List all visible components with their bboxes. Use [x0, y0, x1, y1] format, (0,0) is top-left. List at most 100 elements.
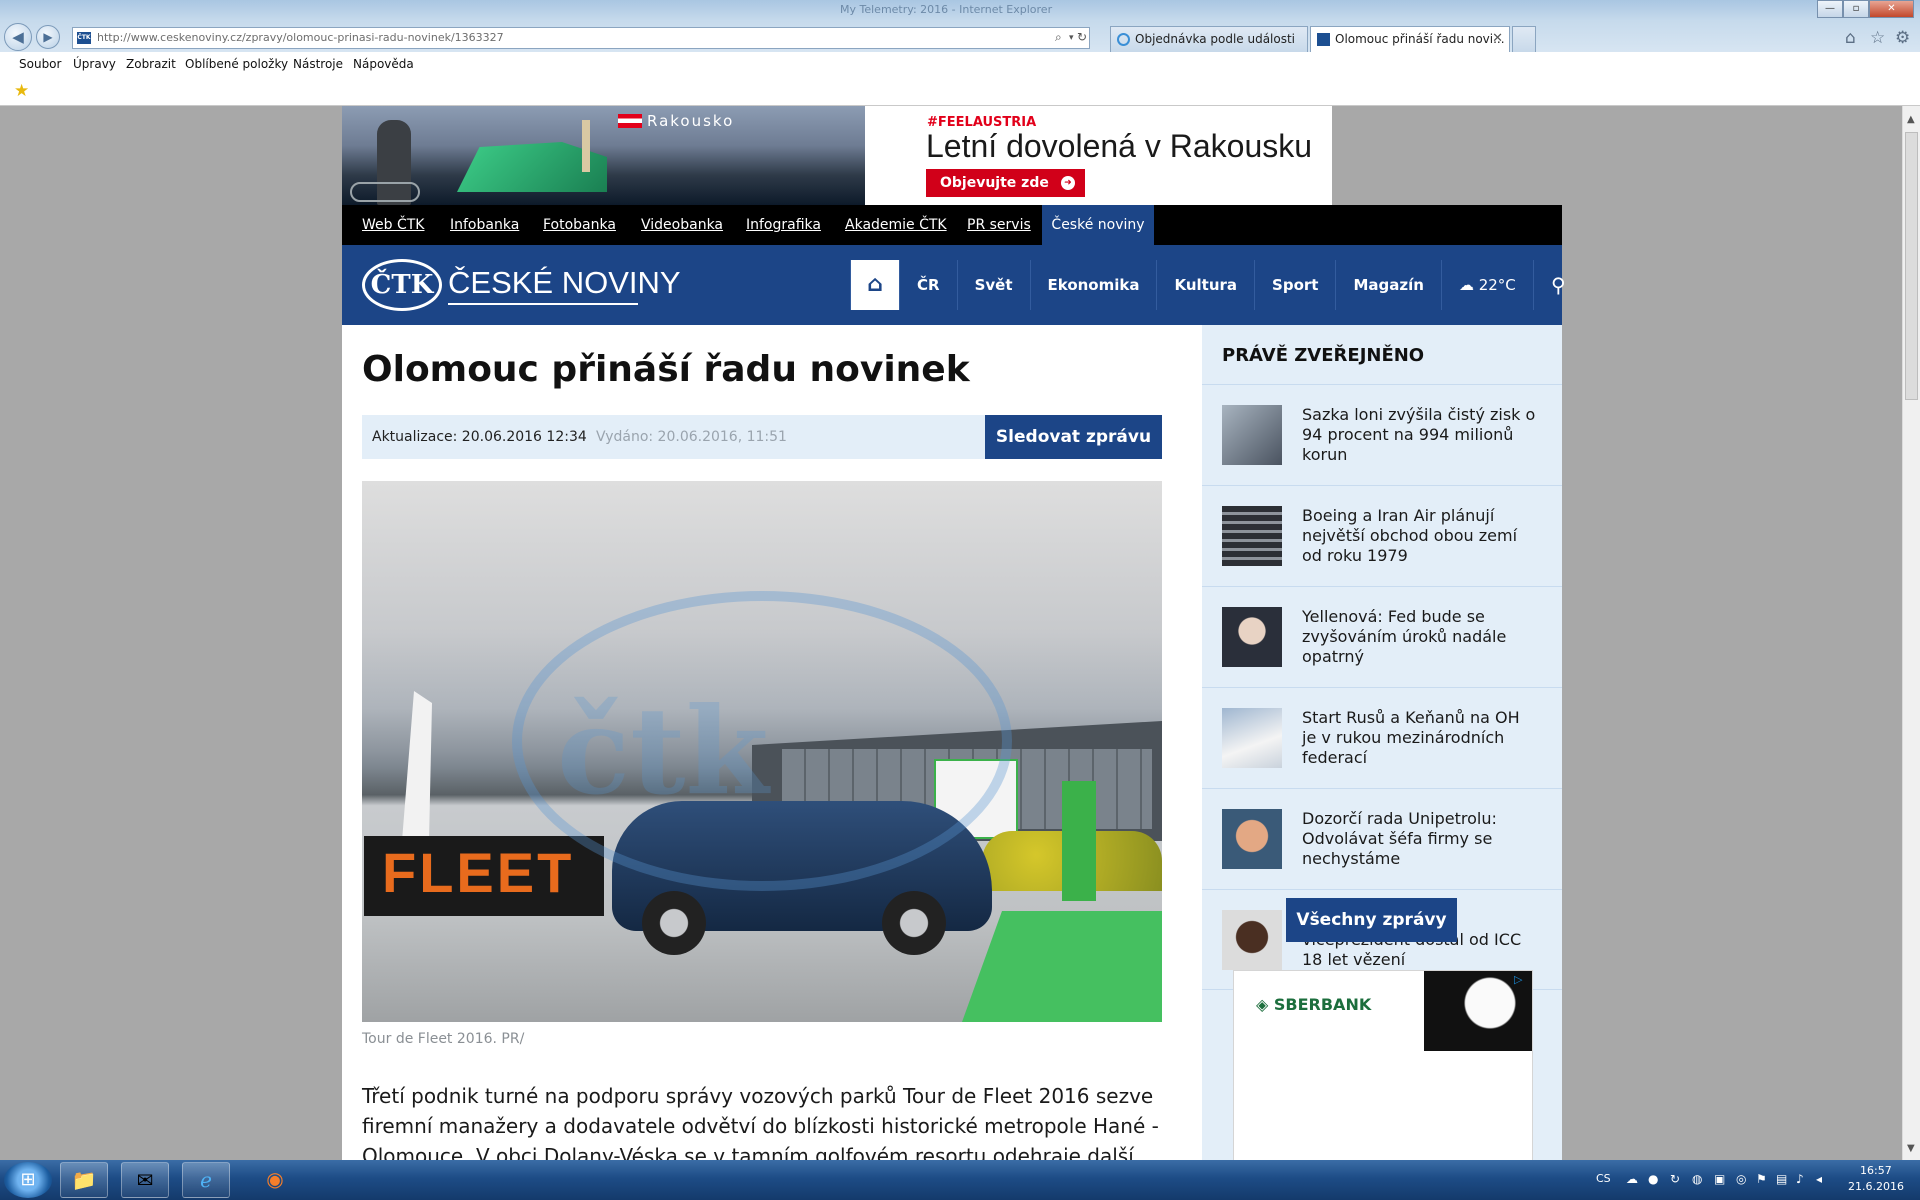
- menu-favorites[interactable]: Oblíbené položky: [185, 57, 288, 71]
- firefox-icon[interactable]: ◉: [251, 1162, 299, 1198]
- language-indicator[interactable]: CS: [1596, 1172, 1611, 1185]
- ad-cta-button[interactable]: Objevujte zde ➜: [926, 169, 1085, 197]
- ctk-logo-icon[interactable]: ČTK: [362, 259, 442, 311]
- action-center-flag-icon[interactable]: ⚑: [1756, 1172, 1767, 1186]
- link-akademie-ctk[interactable]: Akademie ČTK: [845, 217, 947, 233]
- menu-edit[interactable]: Úpravy: [73, 57, 116, 71]
- address-bar[interactable]: ČTK http://www.ceskenoviny.cz/zpravy/olo…: [72, 27, 1090, 49]
- close-window-button[interactable]: ✕: [1869, 0, 1914, 18]
- home-icon[interactable]: ⌂: [850, 260, 899, 310]
- security-icon[interactable]: ◍: [1692, 1172, 1702, 1186]
- sberbank-logo: ◈ SBERBANK: [1256, 995, 1371, 1014]
- power-icon[interactable]: ◂: [1816, 1172, 1822, 1186]
- news-title: Yellenová: Fed bude se zvyšováním úroků …: [1302, 607, 1507, 666]
- nav-kultura[interactable]: Kultura: [1156, 260, 1254, 310]
- refresh-icon[interactable]: ↻: [1077, 30, 1087, 44]
- article-title: Olomouc přináší řadu novinek: [362, 349, 970, 390]
- start-button[interactable]: ⊞: [4, 1162, 52, 1198]
- new-tab-button[interactable]: [1512, 26, 1536, 52]
- nav-svet[interactable]: Svět: [956, 260, 1030, 310]
- link-videobanka[interactable]: Videobanka: [641, 217, 723, 233]
- main-nav: ⌂ ČR Svět Ekonomika Kultura Sport Magazí…: [850, 260, 1583, 310]
- search-icon[interactable]: ⌕: [1055, 30, 1062, 45]
- tab-objednavka[interactable]: Objednávka podle události: [1110, 26, 1308, 52]
- nav-magazin[interactable]: Magazín: [1335, 260, 1440, 310]
- menu-file[interactable]: Soubor: [19, 57, 61, 71]
- scroll-thumb[interactable]: [1905, 132, 1918, 400]
- link-pr-servis[interactable]: PR servis: [967, 217, 1031, 233]
- link-infobanka[interactable]: Infobanka: [450, 217, 519, 233]
- internet-explorer-icon[interactable]: ℯ: [182, 1162, 230, 1198]
- news-thumbnail: [1222, 708, 1282, 768]
- site-logo-text[interactable]: ČESKÉ NOVINY: [448, 265, 681, 301]
- list-item[interactable]: Yellenová: Fed bude se zvyšováním úroků …: [1202, 586, 1562, 687]
- all-news-button[interactable]: Všechny zprávy: [1286, 898, 1457, 942]
- news-thumbnail: [1222, 607, 1282, 667]
- volume-icon[interactable]: ♪: [1796, 1172, 1804, 1186]
- add-favorite-icon[interactable]: ★: [14, 81, 29, 101]
- news-title: Dozorčí rada Unipetrolu: Odvolávat šéfa …: [1302, 809, 1497, 868]
- ctk-favicon-icon: [1317, 33, 1330, 46]
- outlook-icon[interactable]: ✉: [121, 1162, 169, 1198]
- sync-icon[interactable]: ↻: [1670, 1172, 1680, 1186]
- browser-chrome: My Telemetry: 2016 - Internet Explorer ◀…: [0, 0, 1920, 106]
- search-icon[interactable]: ⚲: [1532, 260, 1583, 310]
- favorites-star-icon[interactable]: ☆: [1870, 28, 1885, 48]
- photo-car-wheel: [642, 891, 706, 955]
- news-title: Boeing a Iran Air plánují největší obcho…: [1302, 506, 1518, 565]
- follow-article-button[interactable]: Sledovat zprávu: [985, 415, 1162, 459]
- cloud-icon: ☁: [1458, 276, 1474, 294]
- close-tab-icon[interactable]: ✕: [1492, 31, 1503, 46]
- clock-date[interactable]: 21.6.2016: [1848, 1180, 1904, 1193]
- menu-help[interactable]: Nápověda: [353, 57, 414, 71]
- clock-time[interactable]: 16:57: [1860, 1164, 1892, 1177]
- menu-view[interactable]: Zobrazit: [126, 57, 176, 71]
- nav-sport[interactable]: Sport: [1254, 260, 1335, 310]
- url-input[interactable]: http://www.ceskenoviny.cz/zpravy/olomouc…: [97, 31, 504, 44]
- nav-ekonomika[interactable]: Ekonomika: [1029, 260, 1157, 310]
- ad-info-icon[interactable]: ▷: [1514, 973, 1528, 987]
- sidebar-title: PRÁVĚ ZVEŘEJNĚNO: [1222, 345, 1425, 366]
- link-ceske-noviny[interactable]: České noviny: [1042, 205, 1154, 245]
- onedrive-icon[interactable]: ☁: [1626, 1172, 1638, 1186]
- dropdown-chevron-icon[interactable]: ▾: [1069, 33, 1074, 43]
- link-fotobanka[interactable]: Fotobanka: [543, 217, 616, 233]
- network-icon[interactable]: ▤: [1776, 1172, 1787, 1186]
- sberbank-logo-text: SBERBANK: [1273, 995, 1372, 1014]
- scroll-down-icon[interactable]: ▼: [1907, 1143, 1915, 1154]
- minimize-button[interactable]: —: [1817, 0, 1843, 18]
- logo-underline: [448, 303, 638, 305]
- nav-cr[interactable]: ČR: [899, 260, 957, 310]
- sberbank-mark-icon: ◈: [1256, 995, 1269, 1014]
- vertical-scrollbar[interactable]: ▲ ▼: [1902, 106, 1920, 1160]
- list-item[interactable]: Boeing a Iran Air plánují největší obcho…: [1202, 485, 1562, 586]
- home-icon[interactable]: ⌂: [1845, 28, 1856, 48]
- scroll-up-icon[interactable]: ▲: [1907, 114, 1915, 125]
- weather-widget[interactable]: ☁ 22°C: [1440, 260, 1533, 310]
- forward-button[interactable]: ▶: [36, 25, 60, 49]
- back-button[interactable]: ◀: [4, 23, 32, 51]
- list-item[interactable]: Sazka loni zvýšila čistý zisk o 94 proce…: [1202, 384, 1562, 485]
- list-item[interactable]: Start Rusů a Keňanů na OH je v rukou mez…: [1202, 687, 1562, 788]
- sidebar-ad[interactable]: ◈ SBERBANK ▷: [1233, 970, 1533, 1160]
- tab-label: Objednávka podle události: [1135, 32, 1296, 46]
- notification-icon[interactable]: ▣: [1714, 1172, 1725, 1186]
- tray-app-icon[interactable]: ●: [1648, 1172, 1658, 1186]
- ad-photo: Rakousko: [342, 106, 865, 205]
- article-photo[interactable]: FLEET čtk: [362, 481, 1162, 1022]
- photo-fleet-text: FLEET: [382, 841, 575, 904]
- list-item[interactable]: Dozorčí rada Unipetrolu: Odvolávat šéfa …: [1202, 788, 1562, 889]
- photo-caption: Tour de Fleet 2016. PR/: [362, 1031, 525, 1047]
- tab-olomouc[interactable]: Olomouc přináší řadu novi... ✕: [1310, 26, 1510, 52]
- maximize-button[interactable]: ▫: [1843, 0, 1869, 18]
- ad-banner[interactable]: Rakousko #FEELAUSTRIA Letní dovolená v R…: [342, 106, 1332, 205]
- explorer-folder-icon[interactable]: 📁: [60, 1162, 108, 1198]
- link-infografika[interactable]: Infografika: [746, 217, 821, 233]
- menu-bar: Soubor Úpravy Zobrazit Oblíbené položky …: [0, 53, 1920, 77]
- menu-tools[interactable]: Nástroje: [293, 57, 343, 71]
- tools-gear-icon[interactable]: ⚙: [1895, 28, 1910, 48]
- news-thumbnail: [1222, 506, 1282, 566]
- link-web-ctk[interactable]: Web ČTK: [362, 217, 424, 233]
- ad-church-shape: [582, 120, 590, 172]
- settings-tray-icon[interactable]: ◎: [1736, 1172, 1746, 1186]
